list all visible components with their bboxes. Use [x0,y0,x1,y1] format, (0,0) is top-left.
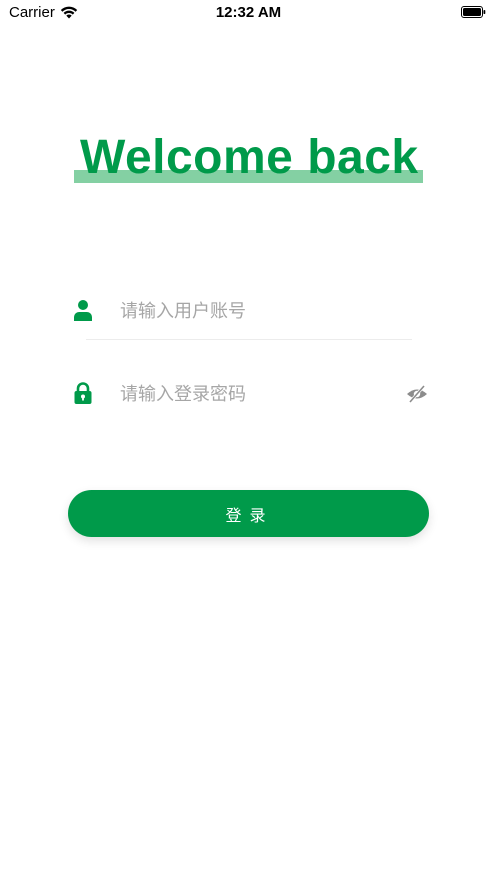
clock: 12:32 AM [215,4,282,21]
status-bar: Carrier 12:32 AM [0,0,497,26]
login-button[interactable]: 登录 [68,490,429,537]
login-screen: Carrier 12:32 AM Welcome back 请输入用户账号 登录 [0,0,497,883]
username-field[interactable] [68,286,430,336]
welcome-title-block: Welcome back [74,128,424,188]
password-field[interactable] [68,369,430,419]
username-input[interactable] [120,296,390,326]
username-divider [86,339,412,340]
page-title: Welcome back [80,131,419,184]
lock-icon [74,382,92,404]
password-input[interactable] [120,379,390,409]
user-icon [74,300,92,321]
battery-icon [461,6,486,18]
eye-off-icon[interactable] [406,384,428,404]
